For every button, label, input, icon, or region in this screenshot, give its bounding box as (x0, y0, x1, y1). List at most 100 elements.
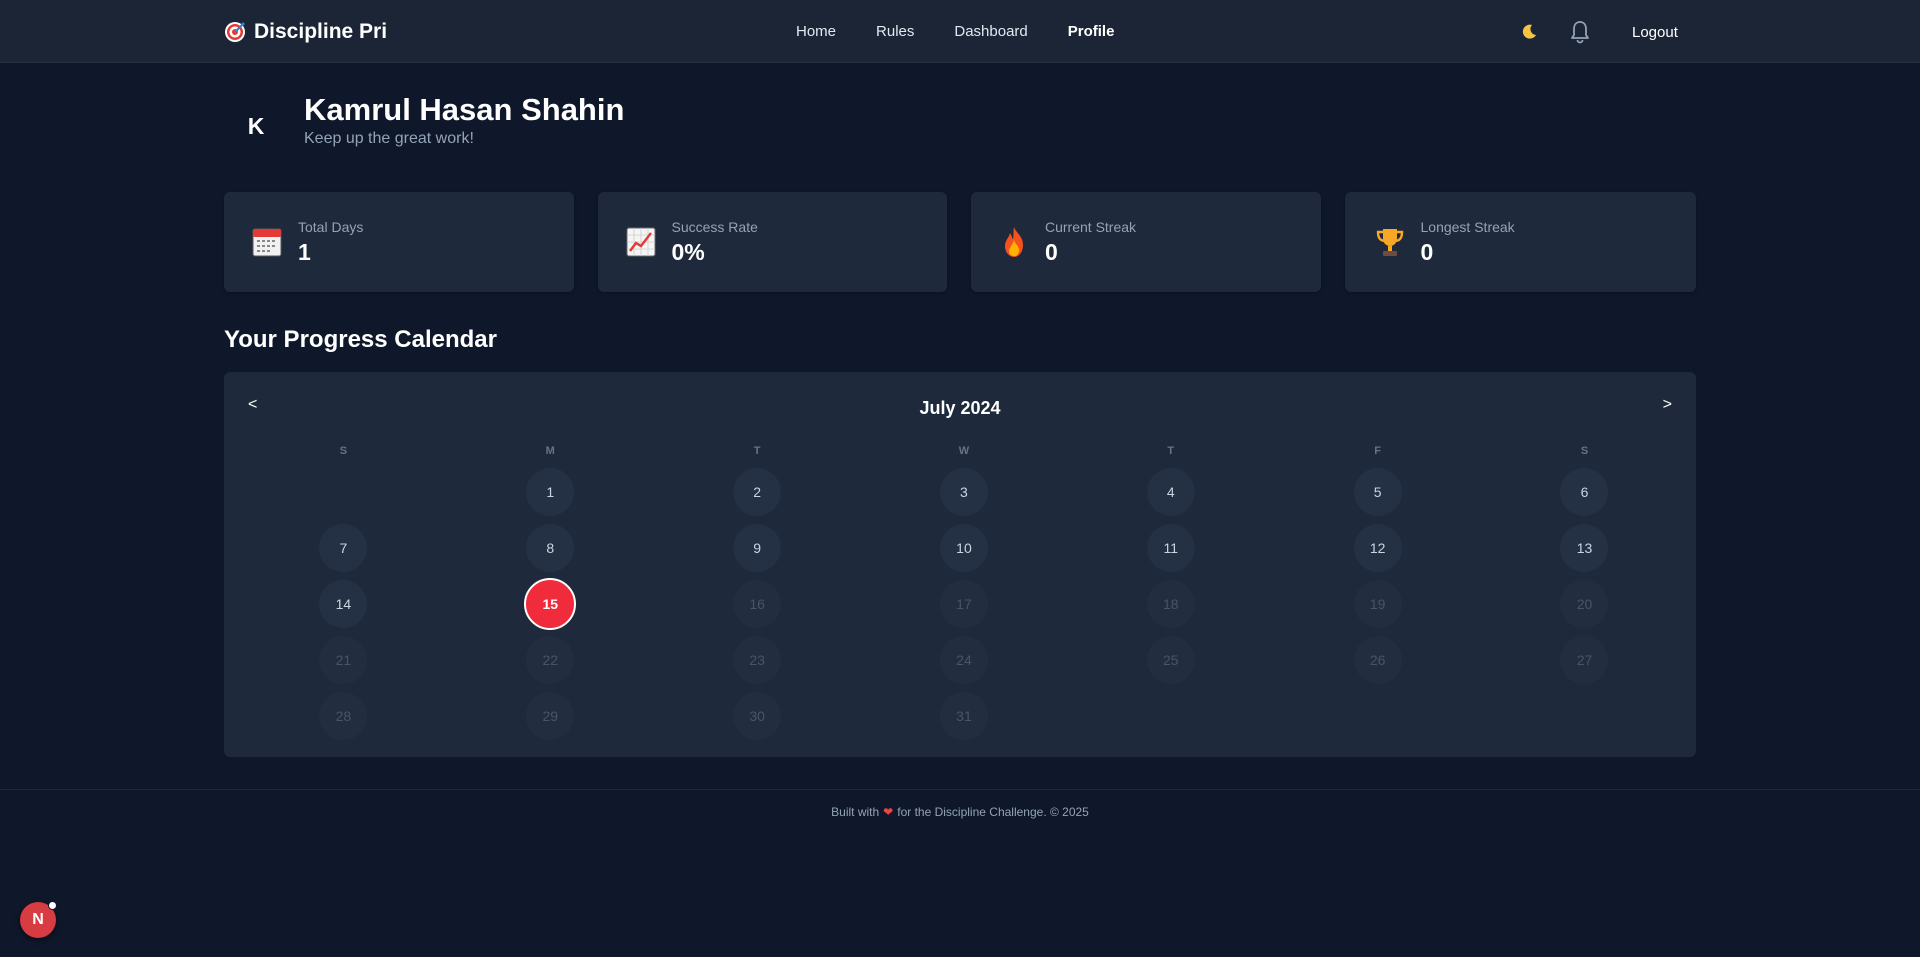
day-cell: 13 (1481, 524, 1688, 572)
footer-text-before: Built with (831, 805, 880, 819)
calendar-day-today[interactable]: 15 (524, 578, 577, 630)
calendar-day[interactable]: 18 (1146, 580, 1195, 628)
calendar-day[interactable]: 16 (733, 580, 782, 628)
logout-button[interactable]: Logout (1632, 24, 1678, 41)
weekday-label: T (753, 445, 761, 457)
nav-links: Home Rules Dashboard Profile (796, 22, 1154, 42)
calendar-day[interactable]: 31 (939, 692, 988, 740)
calendar-day[interactable]: 24 (939, 636, 988, 684)
day-cell: 19 (1274, 580, 1481, 628)
day-cell: 24 (861, 636, 1068, 684)
theme-toggle-button[interactable] (1518, 21, 1540, 43)
weekday-label: M (545, 445, 555, 457)
stat-card-total-days: Total Days 1 (224, 192, 574, 292)
day-cell: 2 (654, 468, 861, 516)
chart-increasing-icon (626, 227, 655, 257)
profile-header: K Kamrul Hasan Shahin Keep up the great … (224, 92, 625, 162)
calendar-day[interactable]: 17 (939, 580, 988, 628)
calendar-day[interactable]: 2 (733, 468, 782, 516)
day-cell: 9 (654, 524, 861, 572)
profile-text: Kamrul Hasan Shahin Keep up the great wo… (304, 92, 624, 148)
calendar-day[interactable]: 5 (1353, 468, 1402, 516)
profile-subtitle: Keep up the great work! (304, 130, 474, 147)
day-cell: 12 (1274, 524, 1481, 572)
calendar-day[interactable]: 25 (1146, 636, 1195, 684)
next-month-button[interactable]: > (1663, 396, 1672, 414)
stats-row: Total Days 1 Success Rate 0% Current Str… (224, 192, 1696, 292)
nav-dashboard-link[interactable]: Dashboard (954, 22, 1027, 42)
calendar-day[interactable]: 30 (733, 692, 782, 740)
day-cell: 23 (654, 636, 861, 684)
calendar-day[interactable]: 11 (1146, 524, 1195, 572)
calendar-day[interactable]: 28 (319, 692, 368, 740)
top-navbar: Discipline Pri Home Rules Dashboard Prof… (0, 0, 1920, 63)
day-cell: 5 (1274, 468, 1481, 516)
calendar-day[interactable]: 29 (526, 692, 575, 740)
day-cell: 20 (1481, 580, 1688, 628)
day-cell: 17 (861, 580, 1068, 628)
footer-text-after: for the Discipline Challenge. © 2025 (897, 805, 1089, 819)
day-cell: 15 (447, 578, 654, 630)
day-cell: 31 (861, 692, 1068, 740)
calendar-day[interactable]: 26 (1353, 636, 1402, 684)
calendar-day[interactable]: 1 (526, 468, 575, 516)
target-icon (225, 22, 245, 42)
profile-name: Kamrul Hasan Shahin (304, 92, 625, 127)
calendar-day[interactable]: 21 (319, 636, 368, 684)
moon-icon (1522, 24, 1536, 39)
calendar-grid: 1 2 3 4 5 6 7 8 9 10 11 12 13 14 15 16 17 18 19 20 21 22 23 24 2… (240, 468, 1688, 740)
stat-label: Current Streak (1045, 219, 1137, 235)
calendar-day[interactable]: 9 (733, 524, 782, 572)
nav-profile-link[interactable]: Profile (1068, 22, 1115, 42)
calendar-day[interactable]: 6 (1560, 468, 1609, 516)
stat-label: Total Days (298, 219, 364, 235)
dev-tools-badge[interactable]: N (20, 901, 57, 938)
bell-icon (1571, 21, 1589, 44)
avatar: K (247, 112, 265, 139)
weekday-label: F (1374, 445, 1381, 457)
calendar-day[interactable]: 19 (1353, 580, 1402, 628)
progress-calendar: < July 2024 > SMTWTFS 1 2 3 4 5 6 7 8 9 10 11 12 13 1… (224, 372, 1696, 757)
empty-day-cell (240, 468, 447, 516)
stat-label: Success Rate (671, 219, 758, 235)
day-cell: 18 (1067, 580, 1274, 628)
brand[interactable]: Discipline Pri (224, 17, 387, 47)
calendar-day[interactable]: 27 (1560, 636, 1609, 684)
calendar-day[interactable]: 4 (1146, 468, 1195, 516)
notifications-button[interactable] (1568, 19, 1592, 45)
badge-status-dot (48, 901, 57, 910)
day-cell: 11 (1067, 524, 1274, 572)
calendar-day[interactable]: 3 (939, 468, 988, 516)
day-cell: 28 (240, 692, 447, 740)
calendar-day[interactable]: 22 (526, 636, 575, 684)
day-cell: 7 (240, 524, 447, 572)
day-cell: 3 (861, 468, 1068, 516)
calendar-day[interactable]: 20 (1560, 580, 1609, 628)
fire-icon (1005, 227, 1023, 257)
day-cell: 14 (240, 580, 447, 628)
day-cell: 10 (861, 524, 1068, 572)
stat-value: 0% (671, 239, 705, 265)
calendar-day[interactable]: 7 (319, 524, 368, 572)
day-cell: 21 (240, 636, 447, 684)
weekday-label: S (339, 445, 348, 457)
stat-card-success-rate: Success Rate 0% (597, 192, 947, 292)
calendar-day[interactable]: 10 (939, 524, 988, 572)
footer-divider (0, 789, 1920, 790)
day-cell: 25 (1067, 636, 1274, 684)
calendar-day[interactable]: 23 (733, 636, 782, 684)
calendar-icon (252, 228, 282, 257)
badge-letter: N (32, 911, 44, 928)
nav-rules-link[interactable]: Rules (876, 22, 914, 42)
heart-icon: ❤ (883, 805, 894, 819)
calendar-day[interactable]: 14 (319, 580, 368, 628)
stat-card-current-streak: Current Streak 0 (971, 192, 1321, 292)
stat-value: 1 (298, 239, 311, 265)
calendar-day[interactable]: 8 (526, 524, 575, 572)
nav-home-link[interactable]: Home (796, 22, 836, 42)
brand-name: Discipline Pri (254, 20, 388, 43)
calendar-day[interactable]: 13 (1560, 524, 1609, 572)
calendar-day[interactable]: 12 (1353, 524, 1402, 572)
day-cell: 8 (447, 524, 654, 572)
day-cell: 22 (447, 636, 654, 684)
